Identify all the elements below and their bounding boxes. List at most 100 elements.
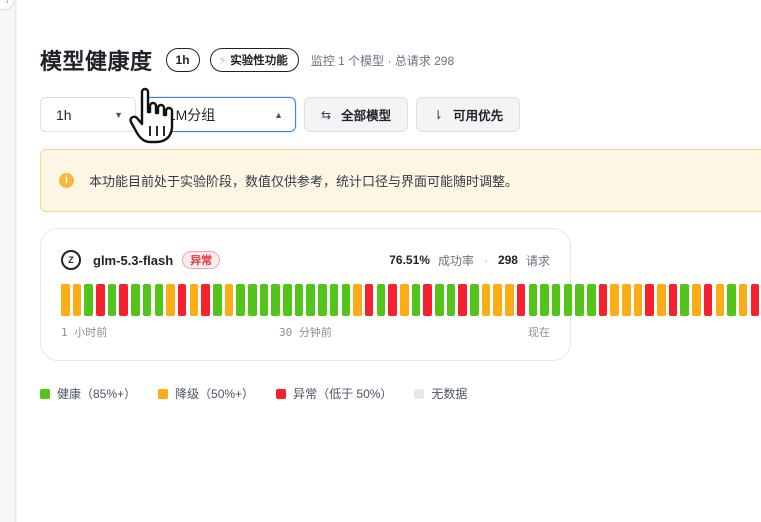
health-bar-healthy[interactable] — [154, 284, 164, 316]
collapse-toggle-button[interactable]: ‹ — [0, 0, 14, 10]
legend: 健康（85%+） 降级（50%+） 异常（低于 50%） 无数据 — [40, 385, 467, 402]
health-bar-healthy[interactable] — [446, 284, 456, 316]
experimental-badge: ⚡ 实验性功能 — [209, 48, 299, 72]
health-bar-degraded[interactable] — [72, 284, 82, 316]
health-bar-healthy[interactable] — [528, 284, 538, 316]
requests-value: 298 — [497, 253, 518, 267]
legend-label-abnormal: 异常（低于 50%） — [293, 387, 393, 401]
health-bar-degraded[interactable] — [715, 284, 725, 316]
health-bar-degraded[interactable] — [399, 284, 409, 316]
health-bar-healthy[interactable] — [563, 284, 573, 316]
notice-text: 本功能目前处于实验阶段，数值仅供参考，统计口径与界面可能随时调整。 — [89, 174, 519, 189]
swap-icon: ⇆ — [321, 107, 332, 122]
caret-up-icon: ▲ — [274, 109, 283, 120]
toolbar: 1h ▼ LLM分组 ▲ ⇆ 全部模型 ⇂ 可用优先 — [40, 97, 521, 132]
health-bar-healthy[interactable] — [680, 284, 690, 316]
health-bar-healthy[interactable] — [470, 284, 479, 316]
legend-swatch-degraded — [158, 388, 169, 399]
health-bar-degraded[interactable] — [481, 284, 491, 316]
health-bar-healthy[interactable] — [435, 284, 444, 316]
health-bar-healthy[interactable] — [236, 284, 245, 316]
sparkle-icon: ⚡ — [218, 54, 227, 67]
health-bar-abnormal[interactable] — [423, 284, 432, 316]
model-health-card[interactable]: Z glm-5.3-flash 异常 76.51% 成功率 · 298 请求 1… — [40, 228, 760, 361]
legend-swatch-healthy — [40, 388, 50, 399]
health-bar-abnormal[interactable] — [388, 284, 397, 316]
health-bar-healthy[interactable] — [212, 284, 222, 316]
header-meta: 监控 1 个模型 · 总请求 298 — [310, 53, 455, 68]
health-bar-healthy[interactable] — [259, 284, 269, 316]
health-bar-degraded[interactable] — [610, 284, 619, 316]
health-bar-healthy[interactable] — [411, 284, 421, 316]
health-bar-degraded[interactable] — [493, 284, 503, 316]
health-bar-healthy[interactable] — [586, 284, 596, 316]
experimental-badge-label: 实验性功能 — [230, 55, 288, 67]
all-models-button[interactable]: ⇆ 全部模型 — [304, 97, 409, 132]
health-bar-degraded[interactable] — [633, 284, 643, 316]
success-rate-label: 成功率 — [437, 253, 474, 268]
all-models-label: 全部模型 — [341, 109, 392, 123]
info-icon: i — [59, 173, 74, 188]
health-bar-healthy[interactable] — [551, 284, 561, 316]
success-rate-value: 76.51% — [389, 253, 430, 267]
page-title: 模型健康度 — [40, 49, 153, 74]
health-bar-abnormal[interactable] — [96, 284, 105, 316]
health-bar-healthy[interactable] — [294, 284, 304, 316]
health-bar-healthy[interactable] — [248, 284, 257, 316]
health-bar-healthy[interactable] — [107, 284, 117, 316]
legend-healthy: 健康（85%+） — [40, 385, 136, 402]
sort-button[interactable]: ⇂ 可用优先 — [416, 97, 521, 132]
health-bar-healthy[interactable] — [318, 284, 327, 316]
health-bar-abnormal[interactable] — [516, 284, 526, 316]
timeline-end: 现在 — [528, 327, 550, 339]
health-bar-degraded[interactable] — [622, 284, 631, 316]
health-bar-degraded[interactable] — [738, 284, 748, 316]
card-header: Z glm-5.3-flash 异常 76.51% 成功率 · 298 请求 — [61, 249, 550, 271]
stats-separator: · — [483, 253, 488, 267]
health-bar-abnormal[interactable] — [458, 284, 467, 316]
health-bar-healthy[interactable] — [271, 284, 280, 316]
health-bar-healthy[interactable] — [283, 284, 292, 316]
legend-swatch-nodata — [414, 388, 425, 399]
health-bar-abnormal[interactable] — [750, 284, 760, 316]
health-bar-degraded[interactable] — [224, 284, 234, 316]
health-bar-healthy[interactable] — [142, 284, 152, 316]
legend-nodata: 无数据 — [414, 385, 467, 402]
health-bar-abnormal[interactable] — [703, 284, 713, 316]
time-range-select[interactable]: 1h ▼ — [40, 97, 136, 132]
health-bar-abnormal[interactable] — [668, 284, 678, 316]
health-bar-abnormal[interactable] — [364, 284, 374, 316]
health-bar-healthy[interactable] — [306, 284, 316, 316]
timeline-middle: 30 分钟前 — [279, 326, 332, 339]
health-bar-degraded[interactable] — [657, 284, 666, 316]
health-bar-healthy[interactable] — [84, 284, 93, 316]
health-bar-degraded[interactable] — [505, 284, 514, 316]
health-bar-degraded[interactable] — [353, 284, 362, 316]
health-bar-healthy[interactable] — [540, 284, 549, 316]
health-bar-healthy[interactable] — [131, 284, 140, 316]
health-bar-healthy[interactable] — [376, 284, 386, 316]
health-bar-abnormal[interactable] — [177, 284, 187, 316]
sort-icon: ⇂ — [433, 107, 444, 122]
health-bar-degraded[interactable] — [692, 284, 701, 316]
health-bar-abnormal[interactable] — [201, 284, 210, 316]
health-bar-healthy[interactable] — [727, 284, 736, 316]
health-bar-abnormal[interactable] — [598, 284, 608, 316]
health-bar-degraded[interactable] — [166, 284, 175, 316]
left-rail: ‹ — [0, 0, 16, 522]
health-bar-degraded[interactable] — [61, 284, 70, 316]
zhipu-logo-icon: Z — [61, 250, 81, 270]
health-bar-row — [61, 284, 760, 316]
caret-down-icon: ▼ — [114, 109, 123, 120]
health-bar-healthy[interactable] — [329, 284, 339, 316]
status-badge: 异常 — [182, 251, 221, 269]
health-bar-abnormal[interactable] — [645, 284, 654, 316]
hand-cursor-icon — [129, 87, 174, 144]
health-bar-abnormal[interactable] — [119, 284, 129, 316]
health-bar-healthy[interactable] — [341, 284, 351, 316]
time-range-value: 1h — [56, 106, 72, 123]
logo-text: Z — [68, 255, 74, 265]
health-bar-degraded[interactable] — [189, 284, 199, 316]
health-bar-healthy[interactable] — [575, 284, 584, 316]
legend-swatch-abnormal — [276, 388, 287, 399]
